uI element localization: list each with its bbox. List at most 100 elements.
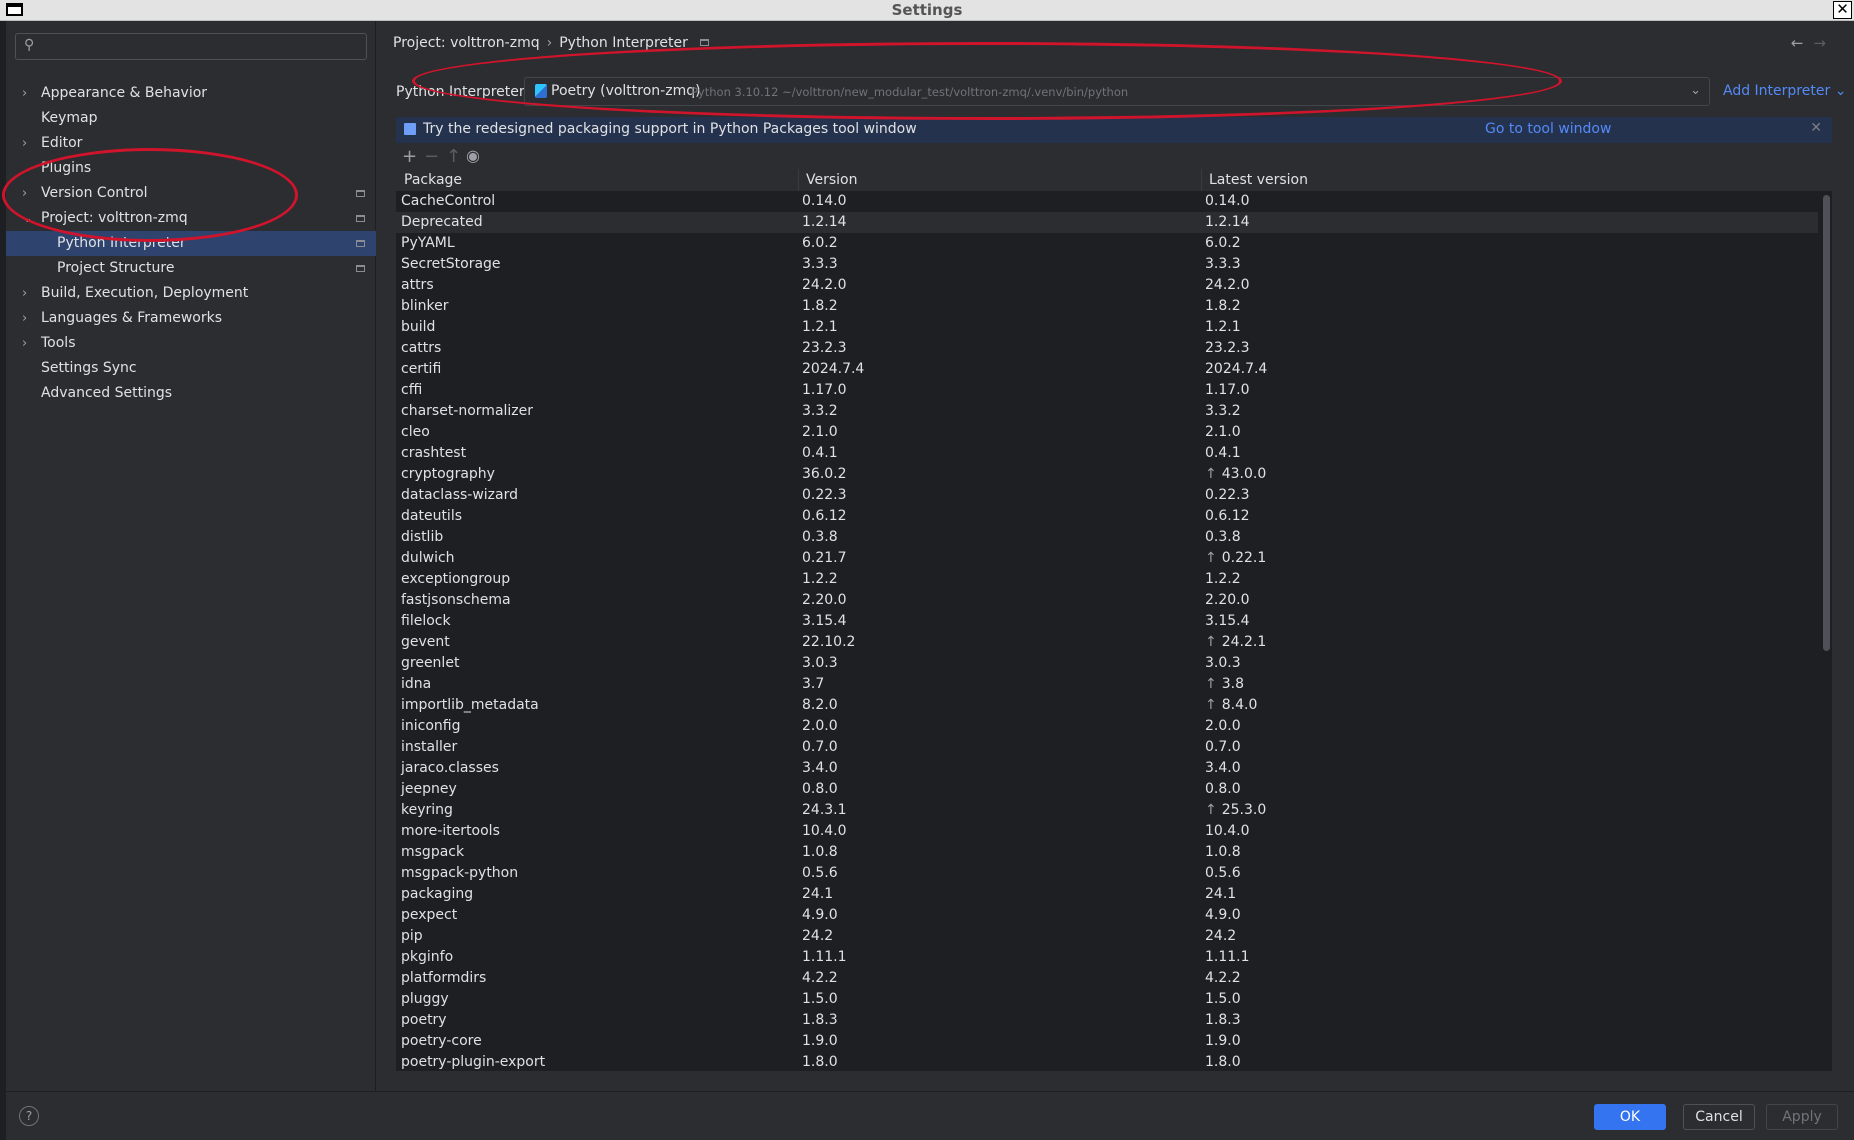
package-cell: dulwich xyxy=(401,550,455,566)
table-row[interactable]: packaging 24.1 24.1 xyxy=(396,884,1818,905)
table-row[interactable]: dataclass-wizard 0.22.3 0.22.3 xyxy=(396,485,1818,506)
table-row[interactable]: installer 0.7.0 0.7.0 xyxy=(396,737,1818,758)
add-interpreter-button[interactable]: Add Interpreter ⌄ xyxy=(1723,83,1846,99)
table-row[interactable]: keyring 24.3.1 25.3.0 xyxy=(396,800,1818,821)
header-version[interactable]: Version xyxy=(806,172,857,188)
sidebar-item-languages-frameworks[interactable]: › Languages & Frameworks xyxy=(6,306,376,331)
go-to-tool-window-link[interactable]: Go to tool window xyxy=(1485,121,1611,137)
latest-version-cell: 0.4.1 xyxy=(1205,445,1241,461)
sidebar-item-project-volttron-zmq[interactable]: ⌄ Project: volttron-zmq xyxy=(6,206,376,231)
chevron-right-icon[interactable]: › xyxy=(22,281,27,306)
table-row[interactable]: more-itertools 10.4.0 10.4.0 xyxy=(396,821,1818,842)
table-scrollbar[interactable] xyxy=(1823,195,1830,651)
table-row[interactable]: gevent 22.10.2 24.2.1 xyxy=(396,632,1818,653)
sidebar-item-plugins[interactable]: Plugins xyxy=(6,156,376,181)
upgrade-package-icon[interactable]: ↑ xyxy=(446,146,461,167)
apply-button[interactable]: Apply xyxy=(1766,1104,1838,1130)
table-row[interactable]: build 1.2.1 1.2.1 xyxy=(396,317,1818,338)
forward-arrow-icon[interactable]: → xyxy=(1813,34,1836,52)
header-package[interactable]: Package xyxy=(404,172,462,188)
chevron-right-icon[interactable]: › xyxy=(22,131,27,156)
table-row[interactable]: distlib 0.3.8 0.3.8 xyxy=(396,527,1818,548)
latest-version-cell: 0.8.0 xyxy=(1205,781,1241,797)
latest-version-cell: 1.2.2 xyxy=(1205,571,1241,587)
interpreter-label: Python Interpreter: xyxy=(396,84,530,100)
sidebar-item-tools[interactable]: › Tools xyxy=(6,331,376,356)
chevron-down-icon: ⌄ xyxy=(1834,83,1847,99)
interpreter-select[interactable]: Poetry (volttron-zmq) Python 3.10.12 ~/v… xyxy=(524,77,1710,106)
table-row[interactable]: SecretStorage 3.3.3 3.3.3 xyxy=(396,254,1818,275)
sidebar-item-appearance-behavior[interactable]: › Appearance & Behavior xyxy=(6,81,376,106)
table-row[interactable]: importlib_metadata 8.2.0 8.4.0 xyxy=(396,695,1818,716)
chevron-down-icon[interactable]: ⌄ xyxy=(22,206,33,231)
latest-version-cell: 2024.7.4 xyxy=(1205,361,1268,377)
sidebar-item-build-execution-deployment[interactable]: › Build, Execution, Deployment xyxy=(6,281,376,306)
version-cell: 1.8.2 xyxy=(802,298,838,314)
sidebar-item-python-interpreter[interactable]: Python Interpreter xyxy=(6,231,376,256)
package-cell: fastjsonschema xyxy=(401,592,511,608)
table-row[interactable]: pip 24.2 24.2 xyxy=(396,926,1818,947)
table-row[interactable]: filelock 3.15.4 3.15.4 xyxy=(396,611,1818,632)
package-cell: cattrs xyxy=(401,340,442,356)
chevron-right-icon[interactable]: › xyxy=(22,81,27,106)
table-row[interactable]: exceptiongroup 1.2.2 1.2.2 xyxy=(396,569,1818,590)
table-row[interactable]: pluggy 1.5.0 1.5.0 xyxy=(396,989,1818,1010)
table-row[interactable]: cryptography 36.0.2 43.0.0 xyxy=(396,464,1818,485)
header-latest-version[interactable]: Latest version xyxy=(1209,172,1308,188)
back-arrow-icon[interactable]: ← xyxy=(1791,34,1814,52)
latest-version-cell: 23.2.3 xyxy=(1205,340,1250,356)
window-titlebar: Settings ✕ xyxy=(0,0,1854,21)
table-row[interactable]: cleo 2.1.0 2.1.0 xyxy=(396,422,1818,443)
table-row[interactable]: poetry 1.8.3 1.8.3 xyxy=(396,1010,1818,1031)
table-row[interactable]: dateutils 0.6.12 0.6.12 xyxy=(396,506,1818,527)
table-row[interactable]: charset-normalizer 3.3.2 3.3.2 xyxy=(396,401,1818,422)
package-cell: poetry-plugin-export xyxy=(401,1054,546,1070)
sidebar-item-label: Keymap xyxy=(41,110,98,126)
table-row[interactable]: pexpect 4.9.0 4.9.0 xyxy=(396,905,1818,926)
table-row[interactable]: poetry-plugin-export 1.8.0 1.8.0 xyxy=(396,1052,1818,1071)
sidebar-item-label: Version Control xyxy=(41,185,148,201)
table-row[interactable]: fastjsonschema 2.20.0 2.20.0 xyxy=(396,590,1818,611)
breadcrumb-project[interactable]: Project: volttron-zmq xyxy=(393,35,540,51)
sidebar-item-project-structure[interactable]: Project Structure xyxy=(6,256,376,281)
table-row[interactable]: cattrs 23.2.3 23.2.3 xyxy=(396,338,1818,359)
table-row[interactable]: idna 3.7 3.8 xyxy=(396,674,1818,695)
table-row[interactable]: jaraco.classes 3.4.0 3.4.0 xyxy=(396,758,1818,779)
show-early-releases-eye-icon[interactable]: ◉ xyxy=(466,146,480,165)
version-cell: 3.4.0 xyxy=(802,760,838,776)
add-package-icon[interactable]: + xyxy=(402,146,417,167)
banner-close-icon[interactable]: ✕ xyxy=(1810,120,1822,136)
table-row[interactable]: blinker 1.8.2 1.8.2 xyxy=(396,296,1818,317)
table-row[interactable]: CacheControl 0.14.0 0.14.0 xyxy=(396,191,1818,212)
table-row[interactable]: greenlet 3.0.3 3.0.3 xyxy=(396,653,1818,674)
sidebar-item-settings-sync[interactable]: Settings Sync xyxy=(6,356,376,381)
sidebar-item-advanced-settings[interactable]: Advanced Settings xyxy=(6,381,376,406)
sidebar-item-keymap[interactable]: Keymap xyxy=(6,106,376,131)
sidebar-item-label: Settings Sync xyxy=(41,360,137,376)
ok-button[interactable]: OK xyxy=(1594,1104,1666,1130)
chevron-right-icon[interactable]: › xyxy=(22,181,27,206)
sidebar-item-editor[interactable]: › Editor xyxy=(6,131,376,156)
window-close-button[interactable]: ✕ xyxy=(1833,1,1852,19)
table-row[interactable]: platformdirs 4.2.2 4.2.2 xyxy=(396,968,1818,989)
sidebar-item-version-control[interactable]: › Version Control xyxy=(6,181,376,206)
settings-search-input[interactable]: ⚲ xyxy=(15,33,367,60)
chevron-right-icon[interactable]: › xyxy=(22,306,27,331)
table-row[interactable]: attrs 24.2.0 24.2.0 xyxy=(396,275,1818,296)
table-row[interactable]: pkginfo 1.11.1 1.11.1 xyxy=(396,947,1818,968)
chevron-right-icon[interactable]: › xyxy=(22,331,27,356)
table-row[interactable]: crashtest 0.4.1 0.4.1 xyxy=(396,443,1818,464)
table-row[interactable]: dulwich 0.21.7 0.22.1 xyxy=(396,548,1818,569)
table-row[interactable]: certifi 2024.7.4 2024.7.4 xyxy=(396,359,1818,380)
help-button[interactable]: ? xyxy=(19,1106,39,1126)
table-row[interactable]: cffi 1.17.0 1.17.0 xyxy=(396,380,1818,401)
table-row[interactable]: msgpack-python 0.5.6 0.5.6 xyxy=(396,863,1818,884)
cancel-button[interactable]: Cancel xyxy=(1683,1104,1755,1130)
table-row[interactable]: jeepney 0.8.0 0.8.0 xyxy=(396,779,1818,800)
table-row[interactable]: msgpack 1.0.8 1.0.8 xyxy=(396,842,1818,863)
table-row[interactable]: poetry-core 1.9.0 1.9.0 xyxy=(396,1031,1818,1052)
table-row[interactable]: PyYAML 6.0.2 6.0.2 xyxy=(396,233,1818,254)
remove-package-icon[interactable]: − xyxy=(424,146,439,167)
table-row[interactable]: iniconfig 2.0.0 2.0.0 xyxy=(396,716,1818,737)
table-row[interactable]: Deprecated 1.2.14 1.2.14 xyxy=(396,212,1818,233)
